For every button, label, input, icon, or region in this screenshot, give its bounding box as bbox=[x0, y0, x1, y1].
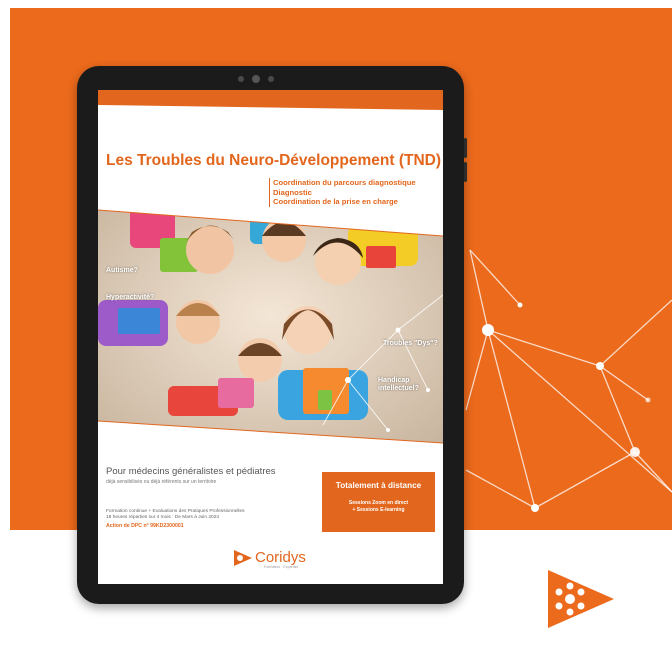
training-info: Formation continue + Evaluations des Pra… bbox=[106, 509, 245, 522]
sensor-dot bbox=[268, 76, 274, 82]
info-line: 18 heures réparties sur 4 mois : De Mars… bbox=[106, 515, 220, 521]
volume-button bbox=[464, 162, 467, 182]
tablet-device: Les Troubles du Neuro-Développement (TND… bbox=[77, 66, 467, 604]
topic-item: Coordination du parcours diagnostique bbox=[273, 178, 416, 187]
tag-handicap: Handicap intellectuel? bbox=[378, 377, 419, 393]
coridys-corner-logo-icon bbox=[548, 570, 614, 628]
distance-heading: Totalement à distance bbox=[335, 481, 422, 490]
tag-handicap-line: Handicap bbox=[378, 377, 410, 384]
topic-item: Coordination de la prise en charge bbox=[273, 197, 398, 207]
brochure-title: Les Troubles du Neuro-Développement (TND… bbox=[106, 152, 442, 169]
logo-tagline: Formation · Expertise bbox=[264, 565, 299, 569]
topic-item: Diagnostic bbox=[273, 187, 312, 197]
tag-handicap-line: intellectuel? bbox=[378, 385, 419, 392]
coridys-logo-icon bbox=[234, 550, 252, 566]
camera-lens bbox=[252, 75, 260, 83]
tag-troubles-dys: Troubles "Dys"? bbox=[383, 340, 438, 347]
volume-button bbox=[464, 138, 467, 158]
distance-line: + Sessions E-learning bbox=[352, 506, 405, 513]
brochure-screen: Les Troubles du Neuro-Développement (TND… bbox=[98, 90, 443, 584]
audience-heading: Pour médecins généralistes et pédiatres bbox=[106, 466, 276, 477]
audience-subtext: déjà sensibilisés ou déjà référents sur … bbox=[106, 479, 217, 485]
sensor-dot bbox=[238, 76, 244, 82]
distance-box: Totalement à distance Sessions Zoom en d… bbox=[322, 472, 435, 532]
tag-autisme: Autisme? bbox=[106, 267, 138, 274]
tag-hyperactivite: Hyperactivité? bbox=[106, 294, 155, 301]
topic-list: Coordination du parcours diagnostique Di… bbox=[269, 178, 416, 207]
logo-brand: Coridys bbox=[255, 549, 306, 566]
dpc-number: Action de DPC n° 99KD2300001 bbox=[106, 523, 184, 529]
